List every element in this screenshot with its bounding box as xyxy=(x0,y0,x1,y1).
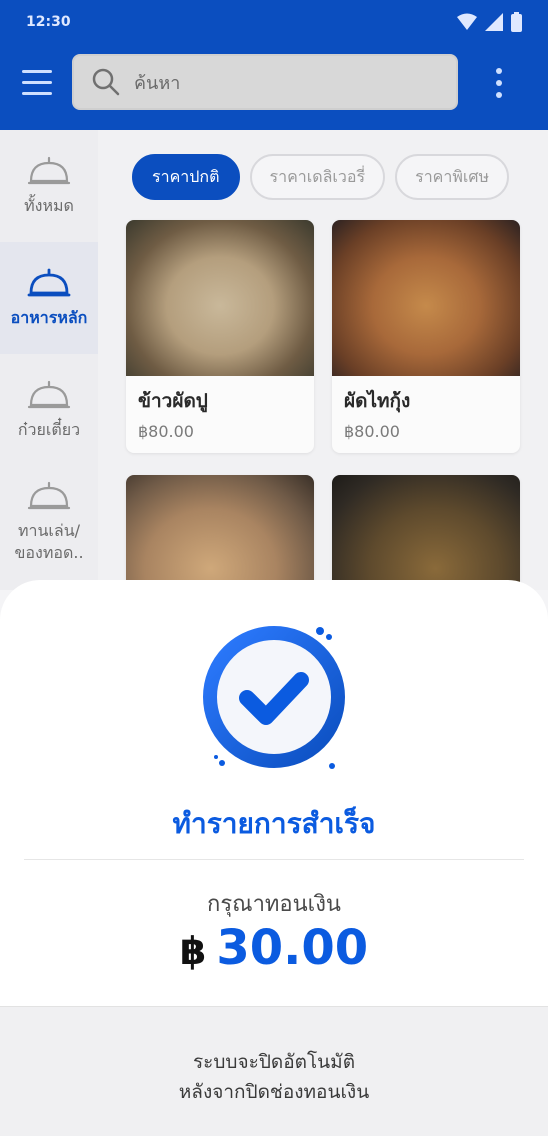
product-card[interactable] xyxy=(332,475,520,595)
change-label: กรุณาทอนเงิน xyxy=(207,892,341,917)
search-placeholder: ค้นหา xyxy=(134,72,181,94)
price-tabs: ราคาปกติ ราคาเดลิเวอรี่ ราคาพิเศษ xyxy=(132,154,510,200)
menu-button[interactable] xyxy=(22,62,62,102)
product-image xyxy=(126,475,314,595)
product-name: ผัดไทกุ้ง xyxy=(344,390,411,412)
status-time: 12:30 xyxy=(26,14,71,30)
menu-content: ราคาปกติ ราคาเดลิเวอรี่ ราคาพิเศษ ข้าวผั… xyxy=(98,130,548,595)
footer-line-1: ระบบจะปิดอัตโนมัติ xyxy=(192,1051,356,1073)
sidebar-item-noodles[interactable]: ก๋วยเตี๋ยว xyxy=(0,354,98,466)
sidebar-item-label: ทานเล่น/ของทอด.. xyxy=(14,521,84,562)
sidebar-item-all[interactable]: ทั้งหมด xyxy=(0,130,98,242)
product-image xyxy=(126,220,314,376)
signal-icon xyxy=(485,13,503,31)
app-bar: 12:30 ค้นหา xyxy=(0,0,548,130)
change-amount: ฿ 30.00 xyxy=(0,920,548,976)
product-price: ฿80.00 xyxy=(138,422,194,441)
status-icons xyxy=(457,12,522,32)
dialog-footer: ระบบจะปิดอัตโนมัติ หลังจากปิดช่องทอนเงิน xyxy=(0,1006,548,1136)
product-price: ฿80.00 xyxy=(344,422,400,441)
cloche-icon xyxy=(27,481,71,510)
dialog-title: ทำรายการสำเร็จ xyxy=(172,807,376,840)
wifi-icon xyxy=(457,13,477,30)
more-options-button[interactable] xyxy=(494,68,504,98)
sidebar-item-label: ทั้งหมด xyxy=(24,196,74,215)
product-image xyxy=(332,220,520,376)
tab-regular-price[interactable]: ราคาปกติ xyxy=(132,154,240,200)
product-name: ข้าวผัดปู xyxy=(138,390,208,412)
search-bar[interactable]: ค้นหา xyxy=(72,54,458,110)
status-bar: 12:30 xyxy=(0,0,548,48)
product-card[interactable]: ผัดไทกุ้ง ฿80.00 xyxy=(332,220,520,453)
sidebar-item-main-dishes[interactable]: อาหารหลัก xyxy=(0,242,98,354)
sidebar-item-label: อาหารหลัก xyxy=(10,308,88,327)
cloche-icon xyxy=(27,156,71,185)
product-image xyxy=(332,475,520,595)
product-card[interactable]: ข้าวผัดปู ฿80.00 xyxy=(126,220,314,453)
success-dialog: ทำรายการสำเร็จ กรุณาทอนเงิน ฿ 30.00 ระบบ… xyxy=(0,580,548,1136)
sidebar-item-label: ก๋วยเตี๋ยว xyxy=(17,420,81,439)
currency-symbol: ฿ xyxy=(179,929,207,973)
sidebar-item-snacks[interactable]: ทานเล่น/ของทอด.. xyxy=(0,466,98,578)
battery-icon xyxy=(511,12,522,32)
amount-value: 30.00 xyxy=(216,920,369,976)
cloche-icon xyxy=(27,268,71,297)
divider xyxy=(24,859,524,860)
search-icon xyxy=(92,68,120,96)
footer-line-2: หลังจากปิดช่องทอนเงิน xyxy=(178,1081,370,1103)
success-check-icon xyxy=(203,626,345,769)
tab-special-price[interactable]: ราคาพิเศษ xyxy=(395,154,510,200)
product-card[interactable] xyxy=(126,475,314,595)
cloche-icon xyxy=(27,380,71,409)
tab-delivery-price[interactable]: ราคาเดลิเวอรี่ xyxy=(249,154,386,200)
category-sidebar: ทั้งหมด อาหารหลัก ก๋วยเตี๋ยว ทานเล่น/ของ… xyxy=(0,130,98,590)
